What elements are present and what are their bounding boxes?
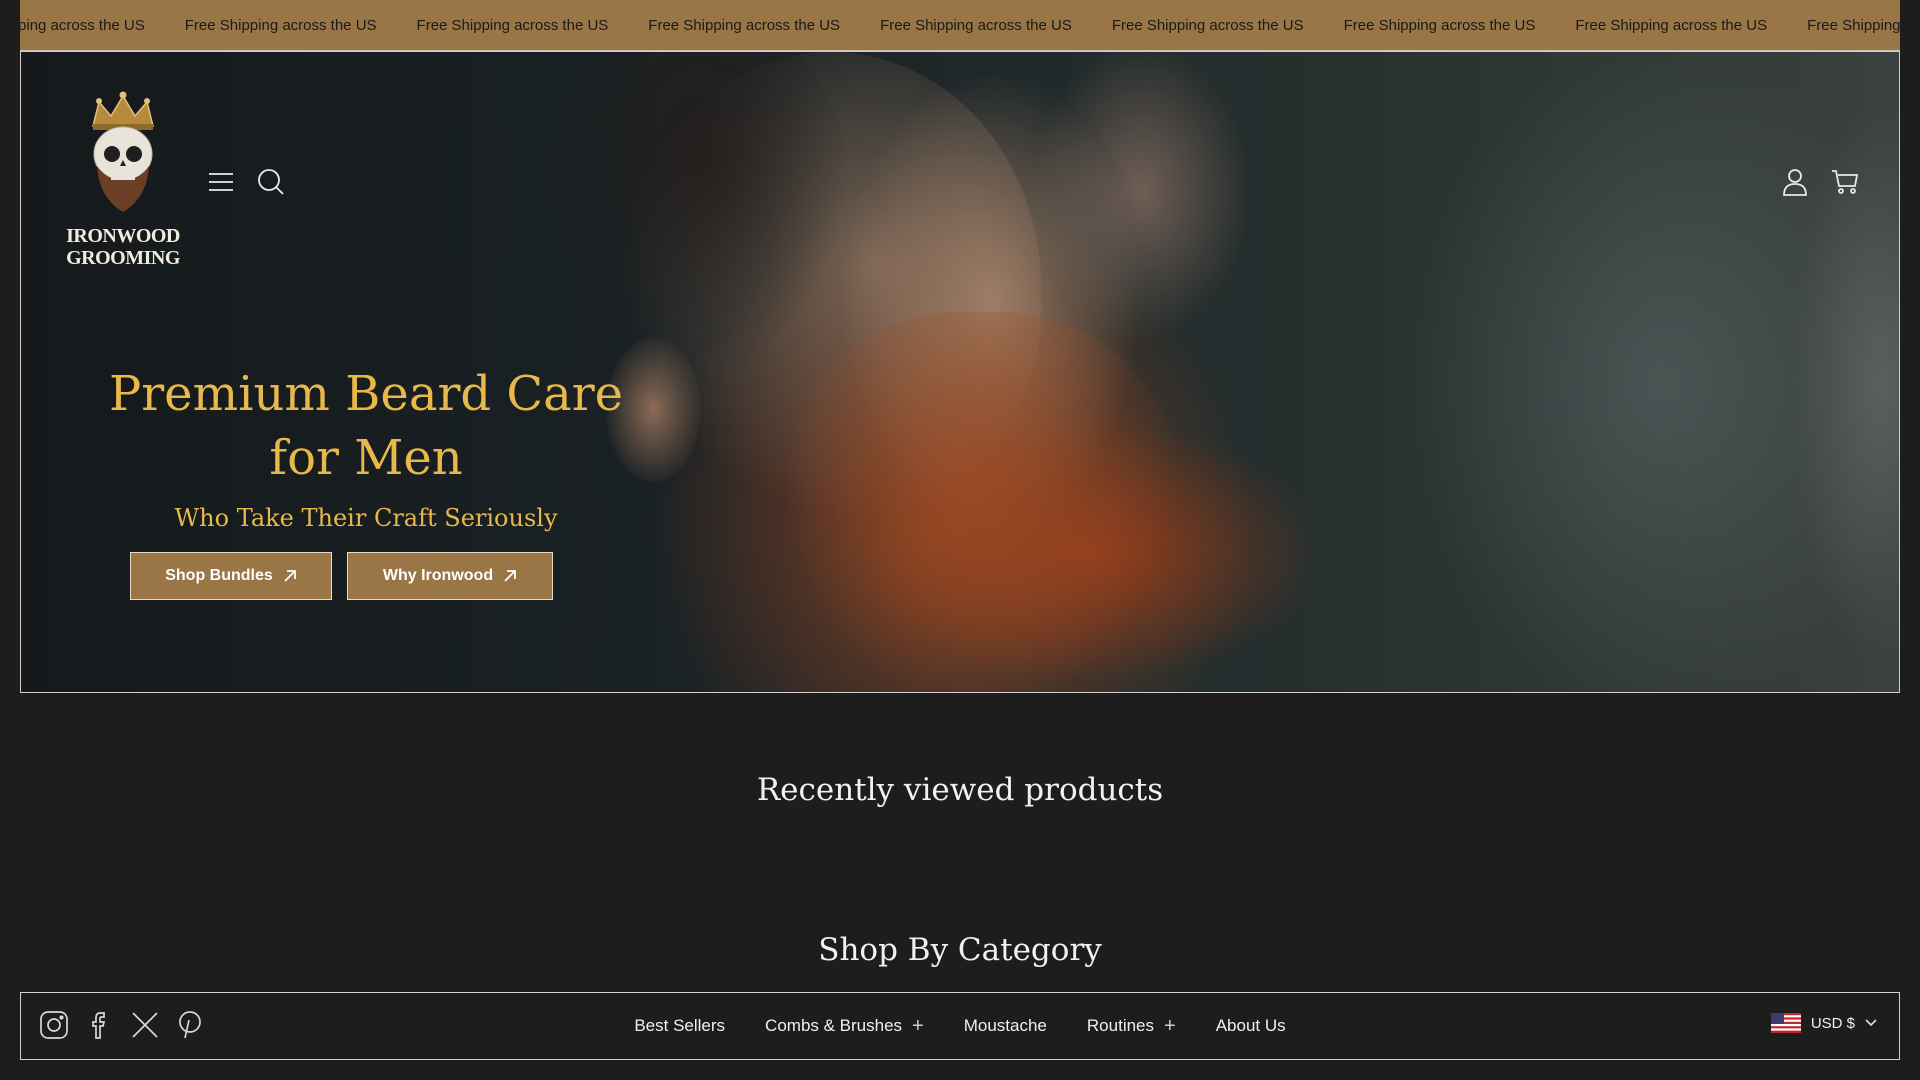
bottom-navigation-bar: Best Sellers Combs & Brushes + Moustache… xyxy=(20,992,1900,1060)
why-ironwood-label: Why Ironwood xyxy=(382,567,494,584)
nav-link-combs-brushes[interactable]: Combs & Brushes + xyxy=(765,1016,924,1036)
logo-text-line2: GROOMING xyxy=(66,247,180,269)
hamburger-menu-icon xyxy=(209,173,233,191)
plus-icon: + xyxy=(912,1015,924,1037)
announcement-item: Free Shipping across the US xyxy=(648,16,841,34)
account-icon xyxy=(1783,169,1807,196)
hamburger-menu-button[interactable] xyxy=(205,166,237,198)
nav-link-label: Moustache xyxy=(963,1016,1047,1035)
search-icon xyxy=(258,169,284,195)
nav-link-moustache[interactable]: Moustache xyxy=(964,1016,1047,1036)
hero-image-beard xyxy=(781,312,1181,692)
us-flag-icon xyxy=(1770,1013,1801,1033)
shop-bundles-button[interactable]: Shop Bundles xyxy=(130,552,332,600)
nav-link-about-us[interactable]: About Us xyxy=(1216,1016,1286,1036)
announcement-item: Free Shipping across the US xyxy=(880,16,1072,34)
announcement-track: Shipping across the US Free Shipping acr… xyxy=(20,0,1900,50)
skull-crown-logo-icon xyxy=(92,91,154,212)
account-button[interactable] xyxy=(1779,166,1811,198)
brand-logo[interactable]: IRONWOOD GROOMING xyxy=(59,88,187,278)
shop-bundles-label: Shop Bundles xyxy=(165,567,273,584)
announcement-bar: Shipping across the US Free Shipping acr… xyxy=(20,0,1900,51)
nav-link-best-sellers[interactable]: Best Sellers xyxy=(634,1016,725,1036)
announcement-item: Shipping across the US xyxy=(20,16,145,34)
search-button[interactable] xyxy=(255,166,287,198)
plus-icon: + xyxy=(1164,1015,1176,1037)
why-ironwood-button[interactable]: Why Ironwood xyxy=(347,552,553,600)
currency-label: USD $ xyxy=(1810,1014,1855,1032)
chevron-down-icon xyxy=(1865,1019,1877,1027)
cart-icon xyxy=(1832,170,1859,194)
currency-selector[interactable]: USD $ xyxy=(1770,1013,1877,1033)
hero-subtitle: Who Take Their Craft Seriously xyxy=(174,504,558,532)
hero-title: Premium Beard Care for Men xyxy=(108,366,624,486)
announcement-item: Free Shipping across the US xyxy=(184,16,377,34)
cart-button[interactable] xyxy=(1829,166,1861,198)
nav-link-label: Best Sellers xyxy=(634,1016,726,1035)
recently-viewed-heading: Recently viewed products xyxy=(756,772,1164,808)
shop-by-category-heading: Shop By Category xyxy=(818,932,1102,968)
announcement-item: Free Shipping across the US xyxy=(1575,16,1768,34)
announcement-item: Free Shipping xyxy=(1807,16,1900,34)
arrow-up-right-icon xyxy=(284,570,296,582)
hero-banner: IRONWOOD GROOMING Premium Beard Care for… xyxy=(20,51,1900,693)
nav-link-label: Routines xyxy=(1086,1016,1155,1035)
logo-text-line1: IRONWOOD xyxy=(66,225,180,247)
nav-link-label: Combs & Brushes xyxy=(765,1016,903,1035)
nav-link-routines[interactable]: Routines + xyxy=(1087,1016,1176,1036)
announcement-item: Free Shipping across the US xyxy=(416,16,609,34)
announcement-item: Free Shipping across the US xyxy=(1111,16,1304,34)
arrow-up-right-icon xyxy=(504,570,516,582)
announcement-item: Free Shipping across the US xyxy=(1343,16,1536,34)
bottom-nav-links: Best Sellers Combs & Brushes + Moustache… xyxy=(21,993,1899,1059)
nav-link-label: About Us xyxy=(1215,1016,1286,1035)
